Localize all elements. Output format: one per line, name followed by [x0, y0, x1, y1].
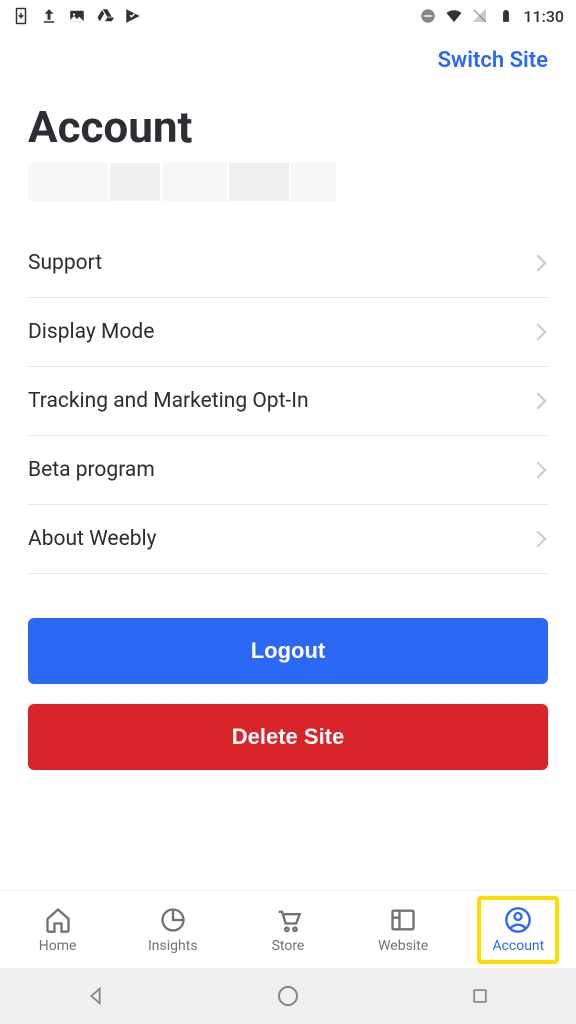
bottom-nav: Home Insights Store Website Account	[0, 890, 576, 968]
header-action-row: Switch Site	[0, 32, 576, 81]
chevron-right-icon	[530, 255, 547, 272]
list-item-label: Beta program	[28, 458, 155, 482]
nav-home[interactable]: Home	[17, 900, 99, 960]
delete-site-button[interactable]: Delete Site	[28, 704, 548, 770]
nav-account[interactable]: Account	[477, 896, 559, 964]
redacted-placeholder	[0, 163, 576, 229]
nav-website[interactable]: Website	[362, 900, 444, 960]
status-time: 11:30	[523, 7, 564, 26]
nav-insights[interactable]: Insights	[132, 900, 214, 960]
list-item-label: About Weebly	[28, 527, 157, 551]
signal-icon	[471, 7, 489, 25]
chevron-right-icon	[530, 393, 547, 410]
wifi-icon	[445, 7, 463, 25]
chevron-right-icon	[530, 324, 547, 341]
cart-icon	[274, 906, 302, 934]
list-item-support[interactable]: Support	[28, 229, 548, 298]
status-right: 11:30	[419, 7, 564, 26]
drive-icon	[96, 7, 114, 25]
chevron-right-icon	[530, 462, 547, 479]
back-button[interactable]	[84, 984, 108, 1008]
home-button[interactable]	[276, 984, 300, 1008]
action-buttons: Logout Delete Site	[0, 574, 576, 790]
list-item-about-weebly[interactable]: About Weebly	[28, 505, 548, 574]
chart-icon	[159, 906, 187, 934]
nav-label: Account	[492, 938, 544, 954]
nav-store[interactable]: Store	[247, 900, 329, 960]
android-system-nav	[0, 968, 576, 1024]
settings-list: Support Display Mode Tracking and Market…	[0, 229, 576, 574]
list-item-label: Display Mode	[28, 320, 154, 344]
battery-icon	[497, 7, 515, 25]
play-check-icon	[124, 7, 142, 25]
switch-site-link[interactable]: Switch Site	[438, 48, 548, 73]
status-left	[12, 7, 142, 25]
nav-label: Insights	[148, 938, 198, 954]
status-bar: 11:30	[0, 0, 576, 32]
list-item-tracking-optin[interactable]: Tracking and Marketing Opt-In	[28, 367, 548, 436]
home-icon	[44, 906, 72, 934]
list-item-label: Support	[28, 251, 102, 275]
nav-label: Website	[378, 938, 428, 954]
upload-icon	[40, 7, 58, 25]
layout-icon	[389, 906, 417, 934]
account-icon	[504, 906, 532, 934]
logout-button[interactable]: Logout	[28, 618, 548, 684]
list-item-beta-program[interactable]: Beta program	[28, 436, 548, 505]
dnd-icon	[419, 7, 437, 25]
chevron-right-icon	[530, 531, 547, 548]
nav-label: Home	[39, 938, 77, 954]
download-icon	[12, 7, 30, 25]
gallery-icon	[68, 7, 86, 25]
page-title: Account	[0, 81, 576, 163]
list-item-label: Tracking and Marketing Opt-In	[28, 389, 309, 413]
list-item-display-mode[interactable]: Display Mode	[28, 298, 548, 367]
recent-button[interactable]	[468, 984, 492, 1008]
nav-label: Store	[272, 938, 305, 954]
